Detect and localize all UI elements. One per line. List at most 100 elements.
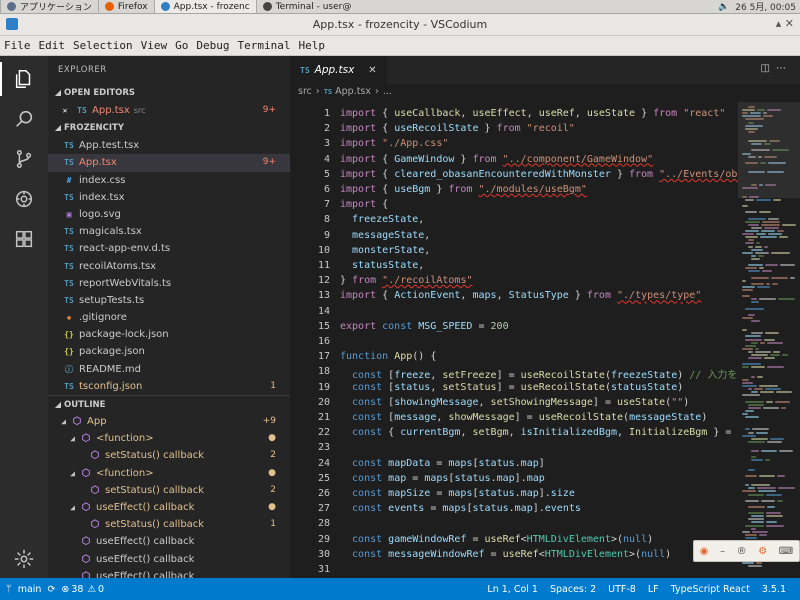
file-tree-item[interactable]: {} package-lock.json <box>48 326 290 343</box>
breadcrumb-src[interactable]: src <box>298 84 312 100</box>
outline-item[interactable]: ⬡ setStatus() callback 2 <box>48 482 290 499</box>
outline-item[interactable]: ⬡ setStatus() callback 1 <box>48 516 290 533</box>
code-editor[interactable]: 1 import { useCallback, useEffect, useRef… <box>290 102 738 578</box>
breadcrumb-file[interactable]: App.tsx <box>335 84 371 100</box>
cursor-position[interactable]: Ln 1, Col 1 <box>487 584 538 595</box>
file-tree-item[interactable]: TS App.test.tsx <box>48 137 290 154</box>
outline-item[interactable]: ⬡ useEffect() callback <box>48 551 290 568</box>
code-line[interactable]: import { useBgm } from "./modules/useBgm… <box>340 184 587 195</box>
taskbar-item[interactable]: Terminal - user@ <box>255 0 358 13</box>
extensions-icon[interactable] <box>11 226 37 252</box>
volume-icon[interactable]: 🔈 <box>718 2 729 12</box>
close-icon[interactable]: ✕ <box>368 65 376 76</box>
taskbar-item[interactable]: App.tsx - frozenc <box>153 0 256 13</box>
line-ending[interactable]: LF <box>648 584 659 595</box>
file-tree-item[interactable]: TS magicals.tsx <box>48 223 290 240</box>
breadcrumb-symbol[interactable]: ... <box>383 84 392 100</box>
warning-count[interactable]: 0 <box>98 584 104 595</box>
file-tree-item[interactable]: TS recoilAtoms.tsx <box>48 258 290 275</box>
error-count[interactable]: 38 <box>71 584 83 595</box>
explorer-icon[interactable] <box>0 62 37 96</box>
outline-item[interactable]: ⬡ useEffect() callback <box>48 533 290 550</box>
menu-help[interactable]: Help <box>298 39 325 52</box>
file-tree-item[interactable]: TS setupTests.ts <box>48 292 290 309</box>
outline-item[interactable]: ⬡ useEffect() callback <box>48 568 290 578</box>
code-line[interactable]: const mapData = maps[status.map] <box>340 458 545 469</box>
code-line[interactable]: import { useCallback, useEffect, useRef,… <box>340 108 725 119</box>
file-tree-item[interactable]: TS tsconfig.json 1 <box>48 378 290 395</box>
ime-registered-icon[interactable]: ® <box>737 546 747 557</box>
chevron-down-icon[interactable]: ◢ <box>68 430 77 447</box>
code-line[interactable]: const [status, setStatus] = useRecoilSta… <box>340 382 683 393</box>
code-line[interactable]: import { <box>340 199 388 210</box>
git-branch[interactable]: main <box>18 584 42 595</box>
open-editors-header[interactable]: ◢ OPEN EDITORS <box>48 84 290 102</box>
code-line[interactable]: freezeState, <box>340 214 424 225</box>
typescript-version[interactable]: 3.5.1 <box>762 584 786 595</box>
file-tree-item[interactable]: ▣ logo.svg <box>48 206 290 223</box>
outline-header[interactable]: ◢ OUTLINE <box>48 395 290 413</box>
sync-icon[interactable]: ⟳ <box>47 584 55 595</box>
more-actions-icon[interactable]: ⋯ <box>776 63 792 74</box>
menu-terminal[interactable]: Terminal <box>237 39 290 52</box>
ime-settings-icon[interactable]: ⚙ <box>758 546 767 557</box>
split-editor-icon[interactable]: ◫ <box>761 63 776 74</box>
source-control-icon[interactable] <box>11 146 37 172</box>
indentation[interactable]: Spaces: 2 <box>550 584 596 595</box>
menu-edit[interactable]: Edit <box>39 39 66 52</box>
search-icon[interactable] <box>11 106 37 132</box>
menu-debug[interactable]: Debug <box>196 39 229 52</box>
code-line[interactable]: import { useRecoilState } from "recoil" <box>340 123 575 134</box>
outline-item[interactable]: ⬡ setStatus() callback 2 <box>48 447 290 464</box>
window-controls[interactable]: ▴ ✕ <box>776 17 794 30</box>
code-line[interactable]: import { GameWindow } from "../component… <box>340 154 653 165</box>
settings-gear-icon[interactable] <box>11 546 37 572</box>
code-line[interactable]: import { cleared_obasanEncounteredWithMo… <box>340 169 738 180</box>
code-line[interactable]: import "./App.css" <box>340 138 448 149</box>
code-line[interactable]: monsterState, <box>340 245 430 256</box>
code-line[interactable]: import { ActionEvent, maps, StatusType }… <box>340 290 701 301</box>
ime-mode-icon[interactable]: ◉ <box>700 546 709 557</box>
code-line[interactable]: function App() { <box>340 351 436 362</box>
code-line[interactable]: export const MSG_SPEED = 200 <box>340 321 509 332</box>
code-line[interactable]: messageState, <box>340 230 430 241</box>
file-tree-item[interactable]: TS react-app-env.d.ts <box>48 240 290 257</box>
file-tree-item[interactable]: TS index.tsx <box>48 189 290 206</box>
file-tree-item[interactable]: # index.css <box>48 172 290 189</box>
clock[interactable]: 26 5月, 00:05 <box>735 0 796 13</box>
close-icon[interactable]: ✕ <box>58 102 72 119</box>
file-tree-item[interactable]: TS App.tsx 9+ <box>48 154 290 172</box>
outline-item[interactable]: ◢ ⬡ useEffect() callback ● <box>48 499 290 516</box>
code-line[interactable]: const mapSize = maps[status.map].size <box>340 488 575 499</box>
menu-file[interactable]: File <box>4 39 31 52</box>
language-mode[interactable]: TypeScript React <box>671 584 750 595</box>
chevron-down-icon[interactable]: ◢ <box>68 465 77 482</box>
code-line[interactable]: const messageWindowRef = useRef<HTMLDivE… <box>340 549 671 560</box>
minimap[interactable] <box>738 102 800 578</box>
tab-app-tsx[interactable]: TS App.tsx ✕ <box>290 56 388 84</box>
outline-item[interactable]: ◢ ⬡ <function> ● <box>48 465 290 482</box>
chevron-down-icon[interactable]: ◢ <box>59 413 68 430</box>
encoding[interactable]: UTF-8 <box>608 584 636 595</box>
menu-selection[interactable]: Selection <box>73 39 133 52</box>
code-line[interactable]: const events = maps[status.map].events <box>340 503 581 514</box>
ime-keyboard-icon[interactable]: ⌨ <box>779 546 793 557</box>
ime-dash-icon[interactable]: – <box>720 546 725 557</box>
code-line[interactable]: const [freeze, setFreeze] = useRecoilSta… <box>340 366 738 381</box>
project-folder-header[interactable]: ◢ FROZENCITY <box>48 119 290 137</box>
code-line[interactable]: statusState, <box>340 260 424 271</box>
minimap-viewport[interactable] <box>738 102 800 198</box>
outline-item[interactable]: ◢ ⬡ App +9 <box>48 413 290 430</box>
file-tree-item[interactable]: ⓘ README.md <box>48 361 290 378</box>
code-line[interactable]: const map = maps[status.map].map <box>340 473 545 484</box>
code-line[interactable]: const gameWindowRef = useRef<HTMLDivElem… <box>340 534 653 545</box>
chevron-down-icon[interactable]: ◢ <box>68 499 77 516</box>
code-line[interactable]: const [showingMessage, setShowingMessage… <box>340 397 689 408</box>
taskbar-item[interactable]: アプリケーション <box>0 0 98 13</box>
menu-view[interactable]: View <box>141 39 168 52</box>
open-editor-item[interactable]: ✕ TS App.tsx src 9+ <box>48 102 290 119</box>
debug-icon[interactable] <box>11 186 37 212</box>
taskbar-item[interactable]: Firefox <box>97 0 154 13</box>
code-line[interactable]: } from "./recoilAtoms" <box>340 275 472 286</box>
code-line[interactable]: const [message, showMessage] = useRecoil… <box>340 412 707 423</box>
